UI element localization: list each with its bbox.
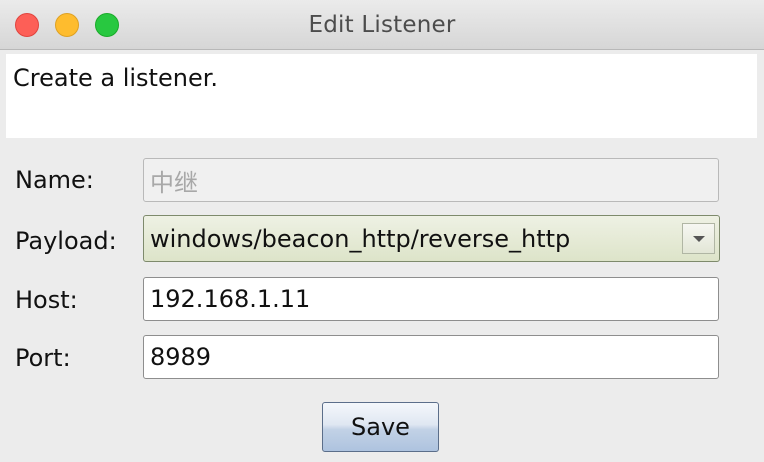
title-bar[interactable]: Edit Listener bbox=[0, 0, 764, 50]
description-panel: Create a listener. bbox=[6, 54, 757, 138]
edit-listener-window: Edit Listener Create a listener. Name: P… bbox=[0, 0, 764, 462]
payload-label: Payload: bbox=[15, 227, 117, 255]
port-label: Port: bbox=[15, 344, 71, 372]
payload-select[interactable]: windows/beacon_http/reverse_http bbox=[143, 215, 720, 262]
payload-dropdown-button[interactable] bbox=[682, 223, 715, 254]
host-label: Host: bbox=[15, 286, 78, 314]
port-field[interactable] bbox=[143, 335, 719, 379]
name-field bbox=[143, 158, 719, 202]
window-title: Edit Listener bbox=[308, 12, 456, 38]
description-text: Create a listener. bbox=[13, 64, 218, 92]
name-label: Name: bbox=[15, 166, 94, 194]
host-field[interactable] bbox=[143, 277, 719, 321]
save-button[interactable]: Save bbox=[322, 402, 439, 452]
payload-selected-value: windows/beacon_http/reverse_http bbox=[150, 225, 571, 253]
chevron-down-icon bbox=[693, 236, 705, 242]
